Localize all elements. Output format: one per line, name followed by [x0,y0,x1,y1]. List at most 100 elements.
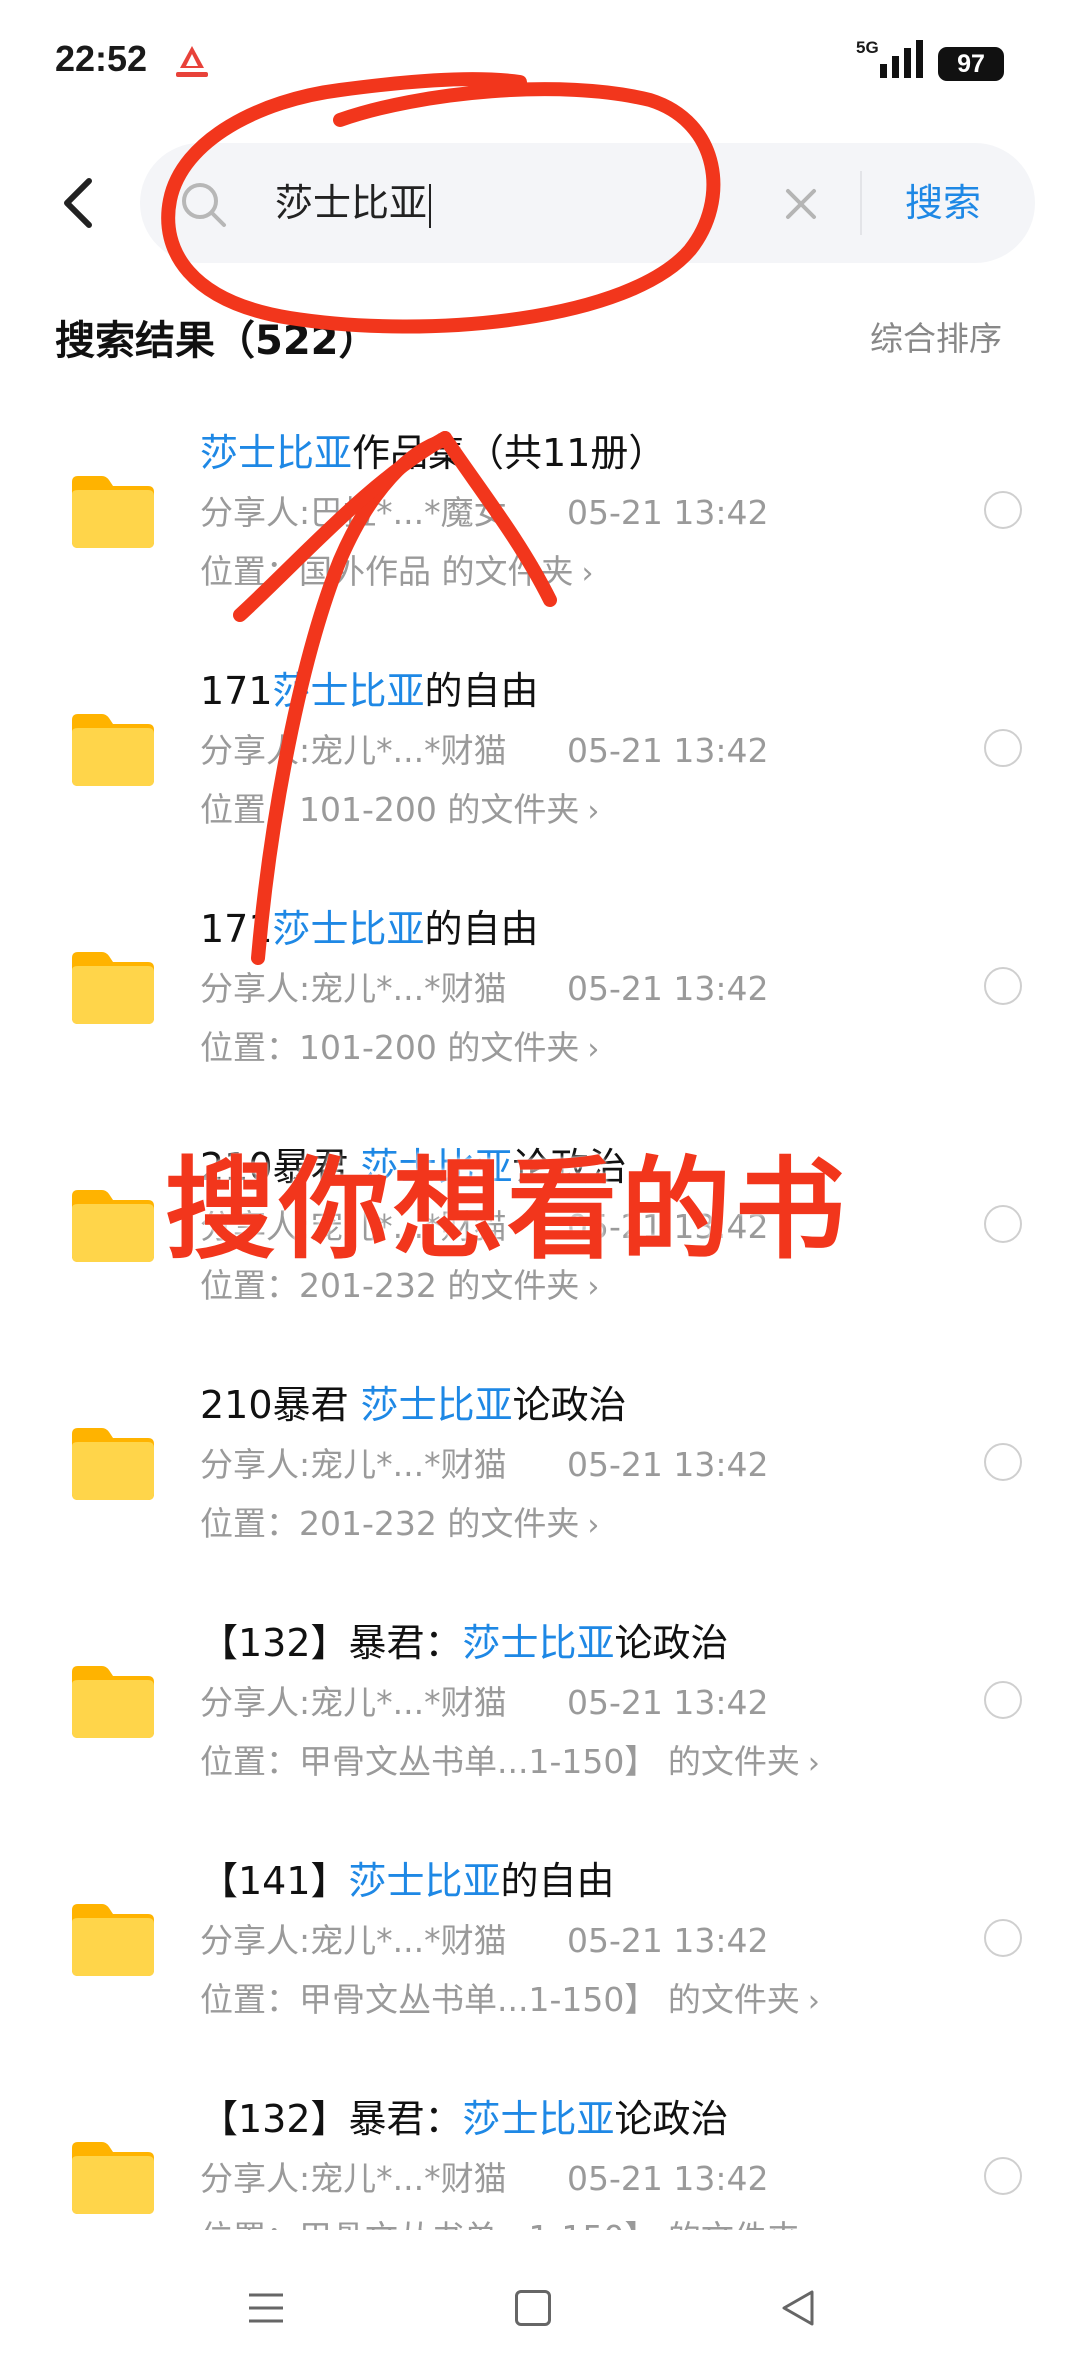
item-sharer: 分享人:宠儿*...*财猫 [200,969,507,1008]
result-item[interactable]: 171莎士比亚的自由 分享人:宠儿*...*财猫 05-21 13:42 位置：1… [0,881,1080,1119]
item-title-keyword: 莎士比亚 [348,1859,501,1903]
select-radio[interactable] [984,1919,1022,1957]
chevron-right-icon: › [587,794,600,829]
item-title-prefix: 【132】暴君： [200,1621,463,1665]
item-title-keyword: 莎士比亚 [272,669,425,713]
status-bar: 22:52 5G 97 [0,0,1080,120]
item-title-suffix: 论政治 [614,1621,729,1665]
item-location-link[interactable]: 位置：国外作品 的文件夹 › [200,547,594,599]
item-date: 05-21 13:42 [567,2159,769,2198]
item-title: 【132】暴君：莎士比亚论政治 [200,2089,729,2149]
search-bar[interactable]: 莎士比亚 搜索 [140,143,1035,263]
chevron-right-icon: › [807,1746,820,1781]
result-item[interactable]: 【141】莎士比亚的自由 分享人:宠儿*...*财猫 05-21 13:42 位置… [0,1833,1080,2071]
search-input[interactable]: 莎士比亚 [275,171,432,235]
item-date: 05-21 13:42 [567,1683,769,1722]
nav-back-icon[interactable] [778,2288,818,2328]
item-location: 位置：201-232 的文件夹 [200,1504,580,1543]
select-radio[interactable] [984,1205,1022,1243]
item-meta: 分享人:宠儿*...*财猫 05-21 13:42 [200,1678,768,1728]
item-title-suffix: 的自由 [424,669,539,713]
back-icon[interactable] [55,175,99,231]
item-location: 位置：101-200 的文件夹 [200,1028,580,1067]
folder-icon [72,2142,154,2214]
chevron-right-icon: › [587,1508,600,1543]
home-icon[interactable] [515,2290,551,2326]
annotation-caption: 搜你想看的书 [165,1146,849,1274]
sort-button[interactable]: 综合排序 [870,312,1002,360]
folder-icon [72,1904,154,1976]
item-location-link[interactable]: 位置：101-200 的文件夹 › [200,1023,599,1075]
item-location-link[interactable]: 位置：101-200 的文件夹 › [200,785,599,837]
result-item[interactable]: 莎士比亚作品集（共11册） 分享人:巴拉*...*魔女 05-21 13:42 位… [0,405,1080,643]
app-notification-icon [176,46,208,77]
results-title: 搜索结果（522） [55,318,379,364]
search-button[interactable]: 搜索 [905,171,981,235]
item-title-keyword: 莎士比亚 [462,2097,615,2141]
item-title-keyword: 莎士比亚 [200,431,353,475]
item-location-link[interactable]: 位置：甲骨文丛书单...1-150】 的文件夹› [200,1975,820,2027]
item-meta: 分享人:宠儿*...*财猫 05-21 13:42 [200,964,768,1014]
item-title-suffix: 论政治 [614,2097,729,2141]
clear-icon[interactable] [780,183,822,225]
item-title: 210暴君 莎士比亚论政治 [200,1375,627,1435]
result-item[interactable]: 210暴君 莎士比亚论政治 分享人:宠儿*...*财猫 05-21 13:42 位… [0,1357,1080,1595]
chevron-right-icon: › [807,1984,820,2019]
item-title-prefix: 【141】 [200,1859,349,1903]
item-title: 【141】莎士比亚的自由 [200,1851,615,1911]
item-meta: 分享人:宠儿*...*财猫 05-21 13:42 [200,1916,768,1966]
item-title: 【132】暴君：莎士比亚论政治 [200,1613,729,1673]
folder-icon [72,714,154,786]
search-icon [182,183,226,227]
item-sharer: 分享人:宠儿*...*财猫 [200,731,507,770]
folder-icon [72,1190,154,1262]
item-title: 171莎士比亚的自由 [200,899,539,959]
item-title-keyword: 莎士比亚 [272,907,425,951]
result-item[interactable]: 【132】暴君：莎士比亚论政治 分享人:宠儿*...*财猫 05-21 13:42… [0,1595,1080,1833]
item-title-suffix: 论政治 [512,1383,627,1427]
item-location: 位置：国外作品 的文件夹 [200,552,574,591]
folder-icon [72,476,154,548]
item-sharer: 分享人:宠儿*...*财猫 [200,1683,507,1722]
select-radio[interactable] [984,1681,1022,1719]
item-date: 05-21 13:42 [567,731,769,770]
battery-indicator: 97 [938,47,1004,81]
item-date: 05-21 13:42 [567,493,769,532]
item-location: 位置：101-200 的文件夹 [200,790,580,829]
item-location-link[interactable]: 位置：甲骨文丛书单...1-150】 的文件夹› [200,1737,820,1789]
item-date: 05-21 13:42 [567,969,769,1008]
result-item[interactable]: 171莎士比亚的自由 分享人:宠儿*...*财猫 05-21 13:42 位置：1… [0,643,1080,881]
item-meta: 分享人:宠儿*...*财猫 05-21 13:42 [200,1440,768,1490]
select-radio[interactable] [984,491,1022,529]
select-radio[interactable] [984,729,1022,767]
select-radio[interactable] [984,2157,1022,2195]
item-title-prefix: 171 [200,907,273,951]
item-sharer: 分享人:宠儿*...*财猫 [200,1921,507,1960]
item-title-suffix: 的自由 [500,1859,615,1903]
item-title-prefix: 171 [200,669,273,713]
item-date: 05-21 13:42 [567,1445,769,1484]
item-sharer: 分享人:宠儿*...*财猫 [200,1445,507,1484]
text-caret [429,183,432,228]
item-title-suffix: 的自由 [424,907,539,951]
item-title-keyword: 莎士比亚 [462,1621,615,1665]
item-title-prefix: 【132】暴君： [200,2097,463,2141]
menu-icon[interactable] [246,2290,286,2326]
item-location-link[interactable]: 位置：201-232 的文件夹 › [200,1499,599,1551]
chevron-right-icon: › [581,556,594,591]
item-sharer: 分享人:宠儿*...*财猫 [200,2159,507,2198]
system-nav-bar [0,2230,1080,2377]
item-meta: 分享人:宠儿*...*财猫 05-21 13:42 [200,2154,768,2204]
search-query: 莎士比亚 [275,181,428,225]
select-radio[interactable] [984,967,1022,1005]
folder-icon [72,1428,154,1500]
item-meta: 分享人:宠儿*...*财猫 05-21 13:42 [200,726,768,776]
status-time: 22:52 [55,38,148,79]
select-radio[interactable] [984,1443,1022,1481]
search-divider [860,171,862,235]
item-title-keyword: 莎士比亚 [360,1383,513,1427]
item-title-suffix: 作品集（共11册） [352,431,667,475]
item-title: 171莎士比亚的自由 [200,661,539,721]
item-sharer: 分享人:巴拉*...*魔女 [200,493,507,532]
item-location: 位置：甲骨文丛书单...1-150】 的文件夹 [200,1742,800,1781]
